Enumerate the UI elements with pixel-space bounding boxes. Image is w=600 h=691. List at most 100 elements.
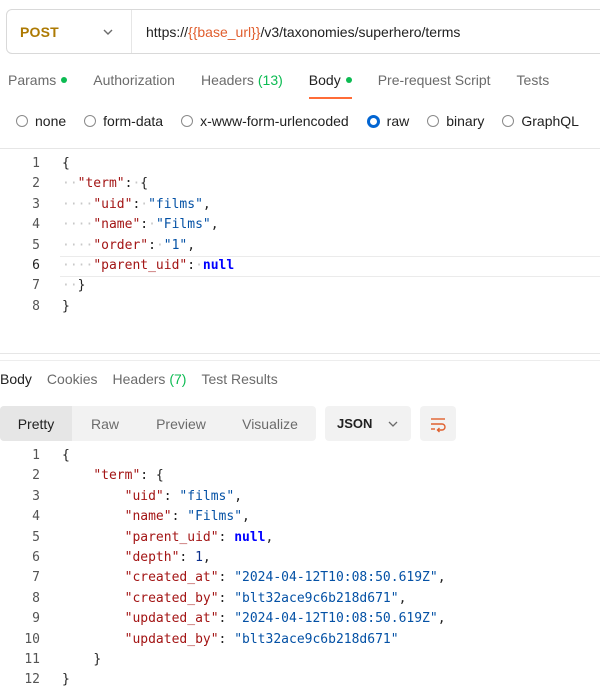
code-text: { [62, 154, 70, 174]
code-line: 5 "parent_uid": null, [0, 528, 600, 548]
code-token: { [140, 176, 149, 192]
radio-icon[interactable] [84, 115, 97, 127]
line-number: 12 [24, 672, 40, 688]
line-number: 4 [32, 509, 40, 525]
code-text: "name": "Films", [62, 507, 250, 527]
radio-icon[interactable] [181, 115, 194, 127]
tab-label: Params [8, 72, 57, 88]
url-input[interactable]: https://{{base_url}}/v3/taxonomies/super… [132, 24, 460, 40]
body-type-none[interactable]: none [16, 113, 66, 129]
code-token: , [210, 217, 219, 233]
code-text: ····"order":·"1", [62, 236, 195, 256]
divider [0, 360, 600, 361]
code-text: "term": { [62, 466, 163, 486]
code-token: "Films" [155, 217, 211, 233]
tab-response-headers[interactable]: Headers (7) [113, 371, 187, 387]
tab-test-results[interactable]: Test Results [201, 371, 277, 387]
code-token: , [437, 611, 446, 627]
tab-label: Authorization [93, 72, 175, 88]
tab-params[interactable]: Params [8, 72, 68, 88]
code-line: 11 } [0, 650, 600, 670]
view-raw[interactable]: Raw [72, 406, 138, 441]
code-token: , [187, 237, 196, 253]
body-type-x-www-form-urlencoded[interactable]: x-www-form-urlencoded [181, 113, 349, 129]
line-number: 6 [32, 549, 40, 565]
code-token: "order" [93, 237, 149, 253]
code-token: "Films" [187, 509, 243, 525]
radio-label: raw [386, 113, 410, 129]
format-label: JSON [337, 416, 373, 431]
view-pretty[interactable]: Pretty [0, 406, 72, 441]
code-line: 2 "term": { [0, 466, 600, 486]
line-number: 1 [32, 156, 40, 171]
url-variable: {{base_url}} [188, 23, 261, 40]
code-line: 10 "updated_by": "blt32ace9c6b218d671" [0, 630, 600, 650]
radio-icon[interactable] [427, 115, 440, 127]
code-line: 6 "depth": 1, [0, 548, 600, 568]
chevron-down-icon [103, 29, 113, 35]
view-mode-control: Pretty Raw Preview Visualize [0, 406, 316, 441]
tab-pre-request-script[interactable]: Pre-request Script [378, 72, 491, 88]
tab-label: Pre-request Script [377, 72, 491, 88]
code-token: ·· [62, 176, 78, 192]
tab-response-body[interactable]: Body [0, 371, 32, 387]
line-number: 2 [32, 468, 40, 484]
code-token: "blt32ace9c6b218d671" [234, 631, 399, 647]
wrap-lines-button[interactable] [420, 406, 456, 441]
code-text: ··} [62, 276, 85, 296]
radio-icon[interactable] [16, 115, 28, 127]
body-type-form-data[interactable]: form-data [84, 113, 163, 129]
code-token: , [202, 196, 211, 212]
code-token: "updated_at" [124, 611, 219, 627]
code-line: 3 "uid": "films", [0, 487, 600, 507]
code-text: "created_by": "blt32ace9c6b218d671", [62, 589, 407, 609]
code-token: "term" [93, 468, 141, 484]
code-token: : [171, 509, 188, 525]
code-line: 12} [0, 670, 600, 690]
line-number: 7 [32, 278, 40, 294]
tab-body[interactable]: Body [308, 72, 352, 99]
code-line: 5 ····"order":·"1", [0, 236, 600, 256]
body-type-raw[interactable]: raw [366, 113, 410, 129]
chevron-down-icon [388, 421, 398, 427]
code-token: , [437, 570, 446, 586]
view-visualize[interactable]: Visualize [224, 406, 316, 441]
code-line: 7 "created_at": "2024-04-12T10:08:50.619… [0, 568, 600, 588]
body-type-binary[interactable]: binary [427, 113, 484, 129]
code-token: : [140, 217, 149, 233]
tab-tests[interactable]: Tests [517, 72, 550, 88]
tab-cookies[interactable]: Cookies [47, 371, 98, 387]
code-token: · [148, 217, 156, 233]
tab-authorization[interactable]: Authorization [93, 72, 175, 88]
code-token: "parent_uid" [124, 529, 219, 545]
body-type-graphql[interactable]: GraphQL [502, 113, 579, 129]
code-line: 1{ [0, 446, 600, 466]
view-preview[interactable]: Preview [138, 406, 224, 441]
format-select[interactable]: JSON [325, 406, 411, 441]
code-text: } [62, 650, 101, 670]
request-body-editor[interactable]: 1{2 ··"term":·{3 ····"uid":·"films", 4 ····"… [0, 154, 600, 317]
code-text: "updated_at": "2024-04-12T10:08:50.619Z"… [62, 609, 446, 629]
code-token: { [62, 448, 70, 463]
line-number: 10 [24, 631, 40, 647]
tab-headers[interactable]: Headers (13) [201, 72, 283, 88]
code-token: "1" [163, 237, 188, 253]
code-token: : [163, 488, 180, 504]
code-token: null [202, 257, 235, 273]
code-token: : [218, 611, 235, 627]
code-token: , [242, 509, 250, 525]
code-token: : [218, 631, 235, 647]
code-token: "uid" [93, 196, 133, 212]
code-text: "depth": 1, [62, 548, 211, 568]
radio-icon[interactable] [502, 115, 515, 127]
code-token: , [234, 488, 243, 504]
code-text: ····"uid":·"films", [62, 195, 211, 215]
code-token: "uid" [124, 488, 164, 504]
response-body-viewer: 1{2 "term": {3 "uid": "films", 4 "name": … [0, 446, 600, 691]
method-select[interactable]: POST [7, 10, 132, 53]
radio-checked-icon[interactable] [366, 114, 380, 128]
